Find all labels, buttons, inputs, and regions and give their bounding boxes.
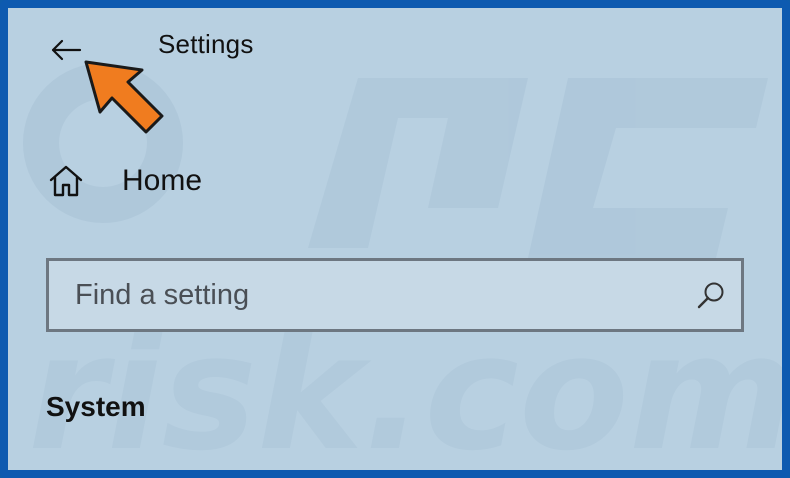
nav-item-home[interactable]: Home: [46, 158, 202, 204]
search-icon[interactable]: [681, 261, 741, 329]
search-input[interactable]: [49, 261, 681, 329]
section-title-system: System: [46, 391, 146, 422]
page-title: Settings: [158, 29, 254, 59]
back-arrow-icon: [51, 39, 82, 61]
search-box[interactable]: [46, 258, 744, 332]
home-icon: [46, 161, 86, 201]
home-label: Home: [122, 164, 203, 197]
settings-window: risk.com Settings Home System: [0, 0, 790, 478]
back-button[interactable]: [44, 28, 88, 72]
